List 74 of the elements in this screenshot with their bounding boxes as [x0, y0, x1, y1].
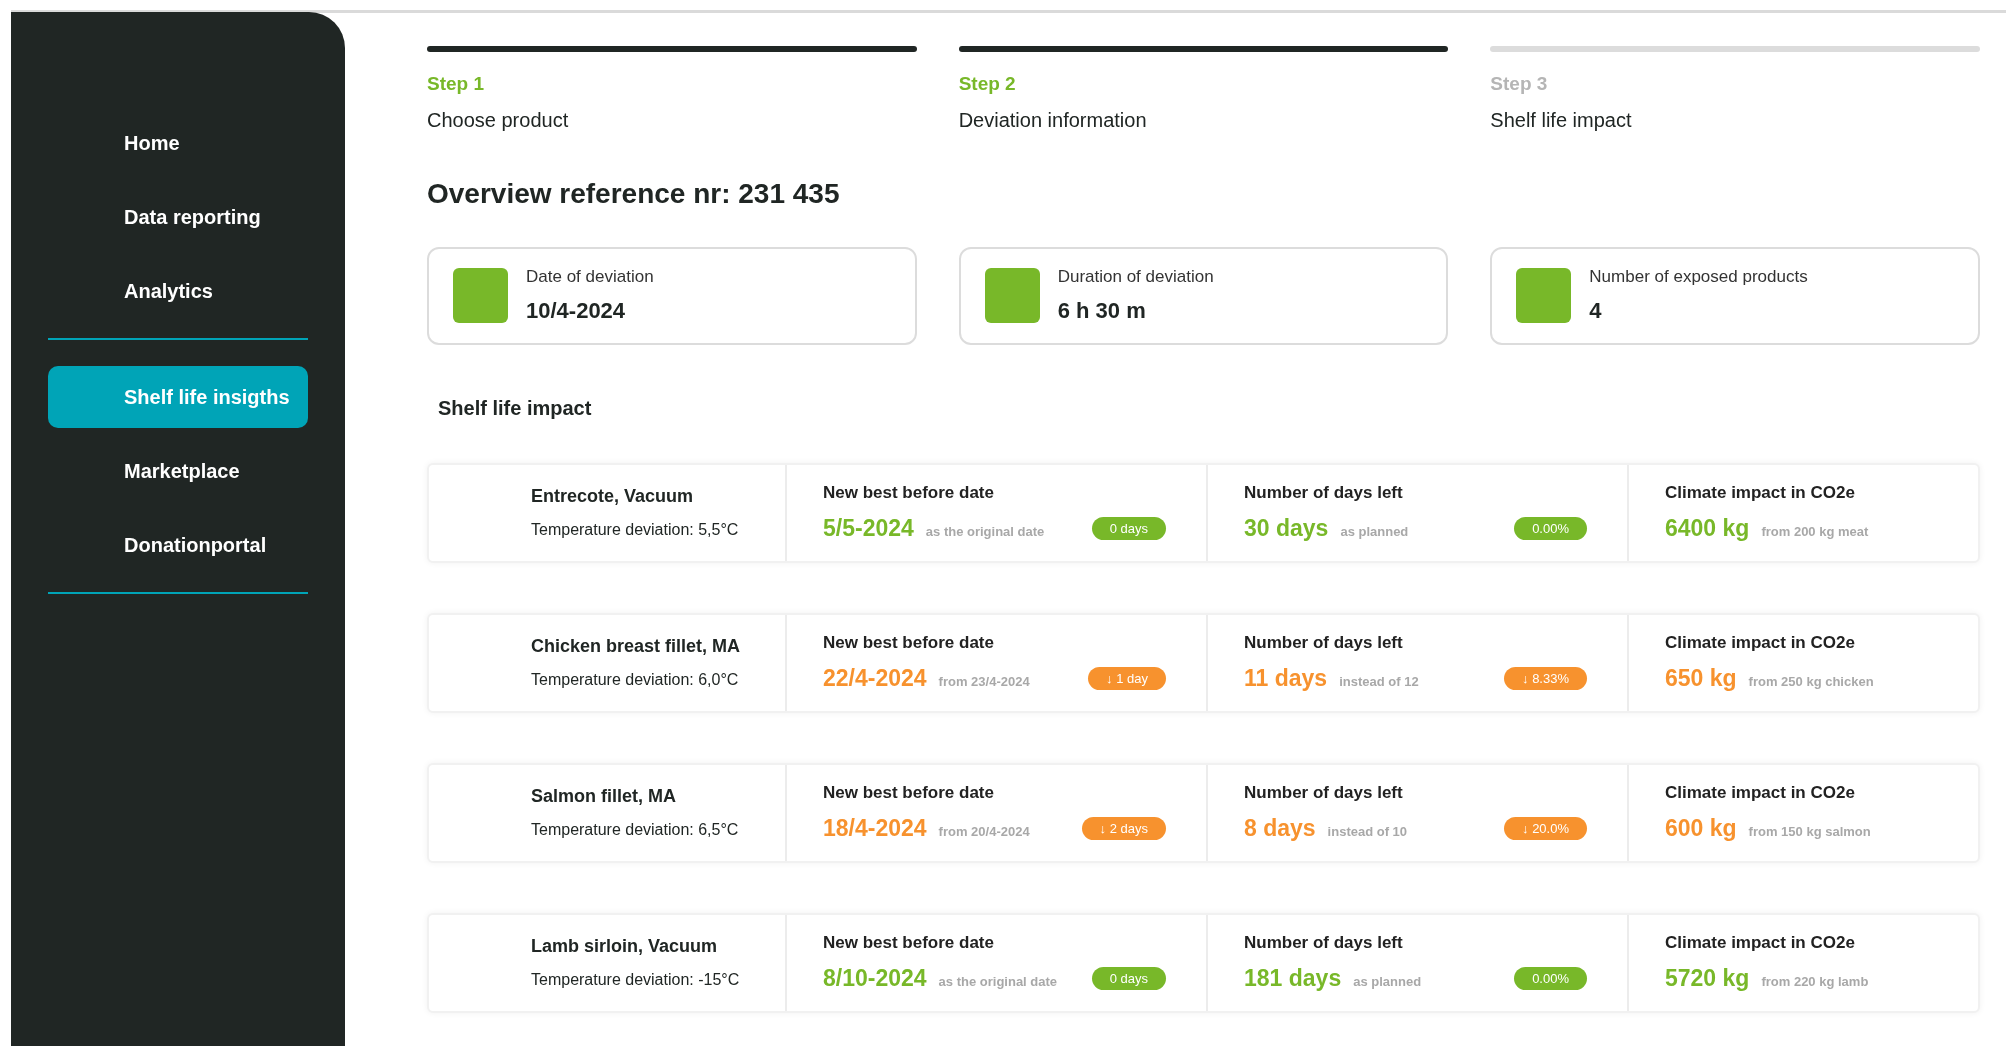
step-number: Step 3: [1490, 72, 1549, 96]
field-note: from 220 kg lamb: [1761, 973, 1869, 991]
field-value: 8/10-2024: [823, 964, 927, 993]
nav-item[interactable]: Donationportal: [48, 514, 308, 576]
field-note: as the original date: [925, 523, 1045, 541]
field-label: Climate impact in CO2e: [1665, 481, 1856, 504]
change-badge: ↓ 20.0%: [1504, 816, 1587, 840]
field-value: 18/4-2024: [823, 814, 927, 843]
page-heading: Overview reference nr: 231 435: [427, 176, 841, 211]
change-badge: ↓ 8.33%: [1504, 666, 1587, 690]
product-name: Chicken breast fillet, MA: [531, 635, 742, 658]
field-value: 5720 kg: [1665, 964, 1750, 993]
field-note: from 23/4-2024: [938, 673, 1030, 691]
field-label: Climate impact in CO2e: [1665, 931, 1856, 954]
field-label: Climate impact in CO2e: [1665, 781, 1856, 804]
field-label: New best before date: [823, 481, 995, 504]
temperature-deviation: Temperature deviation: -15°C: [531, 970, 741, 990]
field-note: instead of 10: [1327, 823, 1408, 841]
field-label: Climate impact in CO2e: [1665, 631, 1856, 654]
nav-item[interactable]: Marketplace: [48, 440, 308, 502]
product-name: Entrecote, Vacuum: [531, 485, 695, 508]
step-title: Choose product: [427, 107, 570, 133]
field-label: Number of days left: [1244, 931, 1404, 954]
product-name: Salmon fillet, MA: [531, 785, 677, 808]
card-label: Date of deviation: [526, 266, 654, 289]
step-title: Shelf life impact: [1490, 107, 1633, 133]
field-label: New best before date: [823, 931, 995, 954]
change-badge: 0 days: [1091, 516, 1166, 540]
field-note: from 250 kg chicken: [1748, 673, 1874, 691]
field-note: as planned: [1353, 973, 1422, 991]
nav-item[interactable]: Data reporting: [48, 186, 308, 248]
field-note: from 20/4-2024: [938, 823, 1030, 841]
card-value: 6 h 30 m: [1057, 296, 1147, 325]
product-name: Lamb sirloin, Vacuum: [531, 935, 719, 958]
field-label: New best before date: [823, 631, 995, 654]
temperature-deviation: Temperature deviation: 5,5°C: [531, 520, 740, 540]
card-value: 4: [1589, 296, 1603, 325]
field-label: Number of days left: [1244, 781, 1404, 804]
change-badge: 0.00%: [1514, 966, 1587, 990]
field-value: 30 days: [1244, 514, 1329, 543]
field-label: Number of days left: [1244, 481, 1404, 504]
card-value: 10/4-2024: [526, 296, 627, 325]
field-label: New best before date: [823, 781, 995, 804]
section-title: Shelf life impact: [438, 395, 593, 421]
temperature-deviation: Temperature deviation: 6,0°C: [531, 670, 740, 690]
nav-item[interactable]: Home: [48, 112, 308, 174]
card-label: Number of exposed products: [1589, 266, 1808, 289]
change-badge: 0 days: [1091, 966, 1166, 990]
step-title: Deviation information: [958, 107, 1148, 133]
change-badge: 0.00%: [1514, 516, 1587, 540]
square-icon: [1516, 268, 1572, 323]
field-note: as the original date: [938, 973, 1058, 991]
step-number: Step 2: [958, 72, 1017, 96]
temperature-deviation: Temperature deviation: 6,5°C: [531, 820, 740, 840]
field-value: 5/5-2024: [823, 514, 914, 543]
field-note: from 150 kg salmon: [1748, 823, 1871, 841]
field-value: 650 kg: [1665, 664, 1737, 693]
field-value: 11 days: [1244, 664, 1328, 693]
field-value: 6400 kg: [1665, 514, 1750, 543]
field-note: as planned: [1340, 523, 1409, 541]
square-icon: [453, 268, 508, 323]
nav-item[interactable]: Analytics: [48, 260, 308, 322]
field-value: 22/4-2024: [823, 664, 927, 693]
change-badge: ↓ 1 day: [1088, 666, 1166, 690]
square-icon: [984, 268, 1040, 323]
change-badge: ↓ 2 days: [1081, 816, 1166, 840]
field-note: instead of 12: [1339, 673, 1419, 691]
field-value: 8 days: [1244, 814, 1316, 843]
field-value: 600 kg: [1665, 814, 1737, 843]
field-label: Number of days left: [1244, 631, 1404, 654]
step-number: Step 1: [427, 72, 486, 96]
card-label: Duration of deviation: [1057, 266, 1214, 289]
field-note: from 200 kg meat: [1761, 523, 1869, 541]
field-value: 181 days: [1244, 964, 1342, 993]
